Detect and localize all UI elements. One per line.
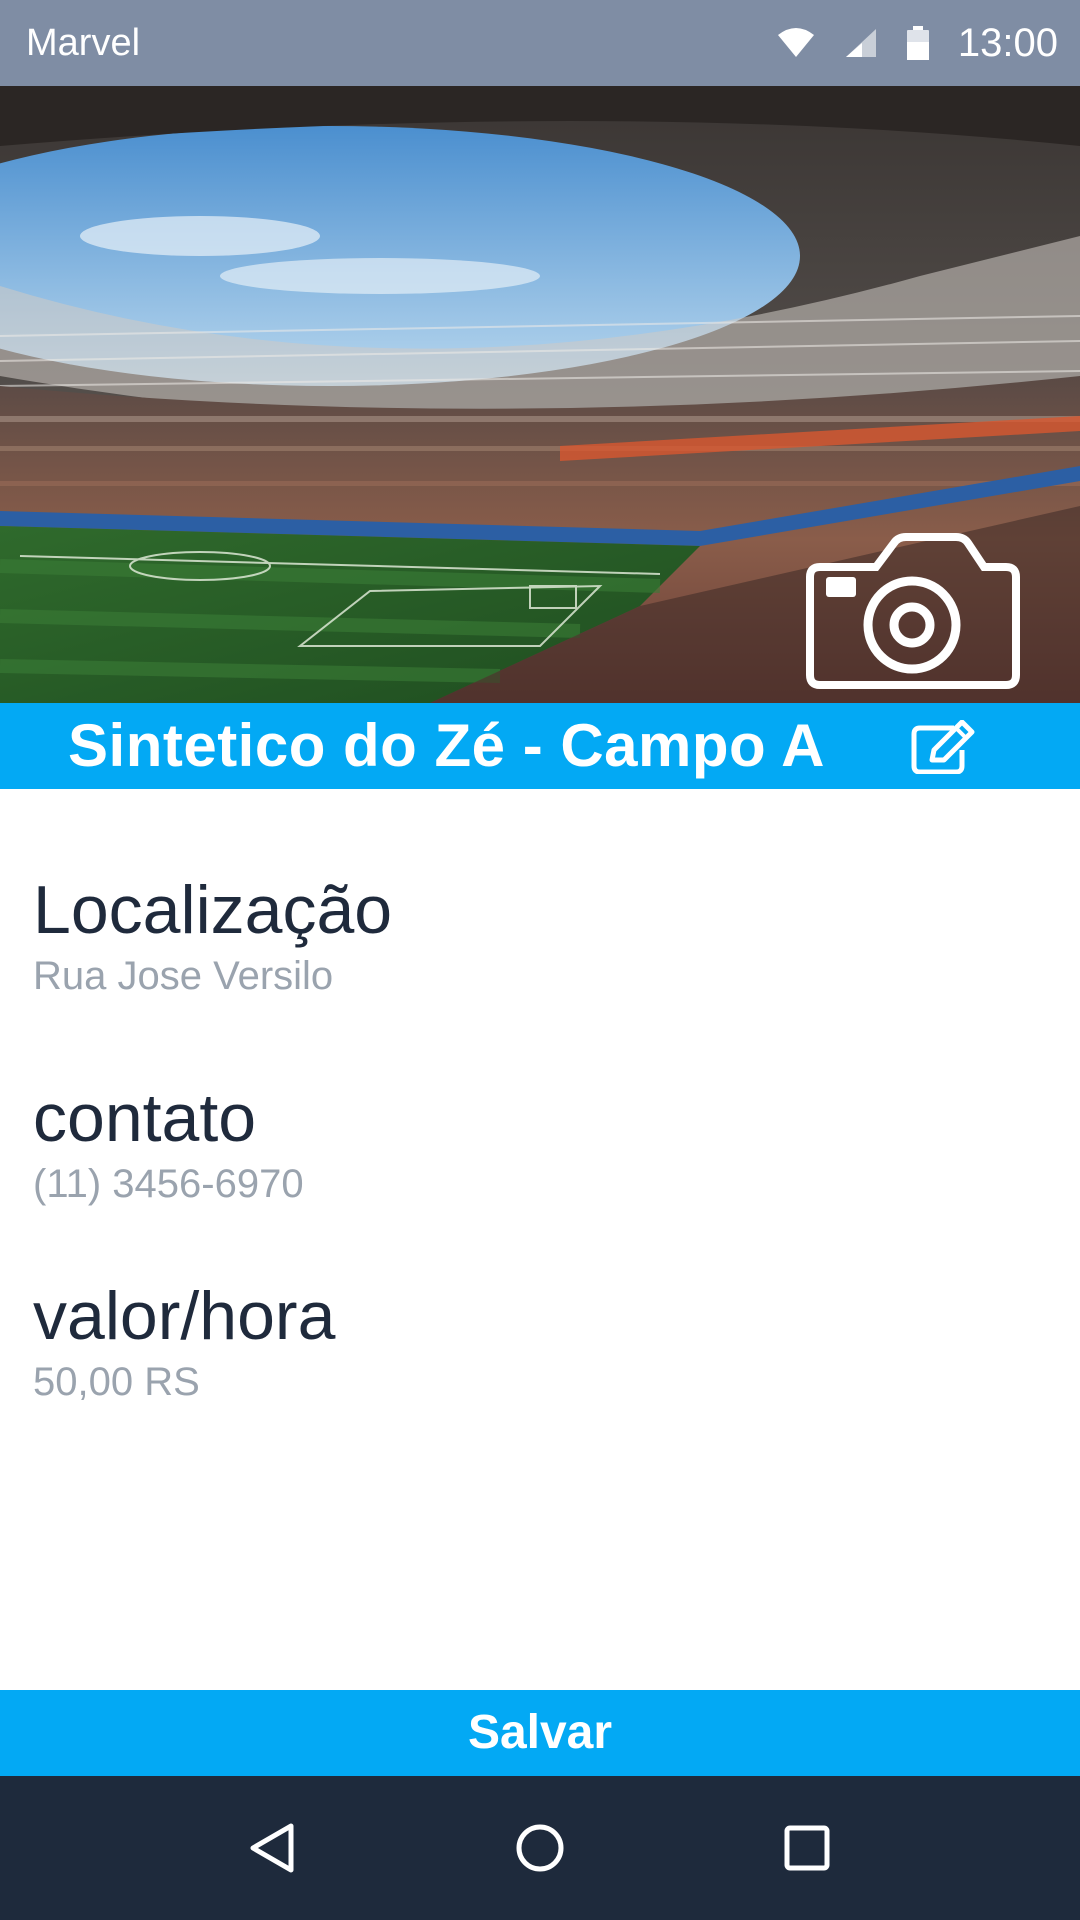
edit-title-button[interactable] (908, 719, 978, 775)
status-app-name: Marvel (26, 21, 141, 64)
camera-icon (806, 533, 1020, 689)
contact-value: (11) 3456-6970 (33, 1162, 304, 1206)
change-photo-button[interactable] (806, 526, 1020, 696)
status-icons: 13:00 (776, 21, 1058, 66)
location-block: Localização Rua Jose Versilo (33, 870, 392, 1002)
contact-block: contato (11) 3456-6970 (33, 1078, 304, 1210)
wifi-icon (776, 27, 816, 59)
price-block: valor/hora 50,00 RS (33, 1276, 335, 1408)
home-icon (516, 1824, 564, 1872)
price-label: valor/hora (33, 1278, 336, 1354)
nav-home-button[interactable] (495, 1803, 585, 1893)
status-bar: Marvel 13:00 (0, 0, 1080, 86)
back-icon (250, 1823, 294, 1873)
nav-recents-button[interactable] (762, 1803, 852, 1893)
nav-back-button[interactable] (228, 1803, 318, 1893)
battery-icon (906, 26, 930, 60)
save-button[interactable]: Salvar (0, 1690, 1080, 1776)
recents-icon (784, 1825, 830, 1871)
hero-image (0, 86, 1080, 703)
title-bar: Sintetico do Zé - Campo A (0, 703, 1080, 789)
signal-icon (844, 27, 878, 59)
contact-label: contato (33, 1080, 257, 1156)
location-label: Localização (33, 872, 393, 948)
price-value: 50,00 RS (33, 1360, 200, 1404)
edit-icon (911, 720, 975, 774)
location-value: Rua Jose Versilo (33, 954, 334, 998)
navigation-bar (0, 1776, 1080, 1920)
field-title: Sintetico do Zé - Campo A (68, 712, 825, 779)
status-time: 13:00 (957, 20, 1058, 65)
